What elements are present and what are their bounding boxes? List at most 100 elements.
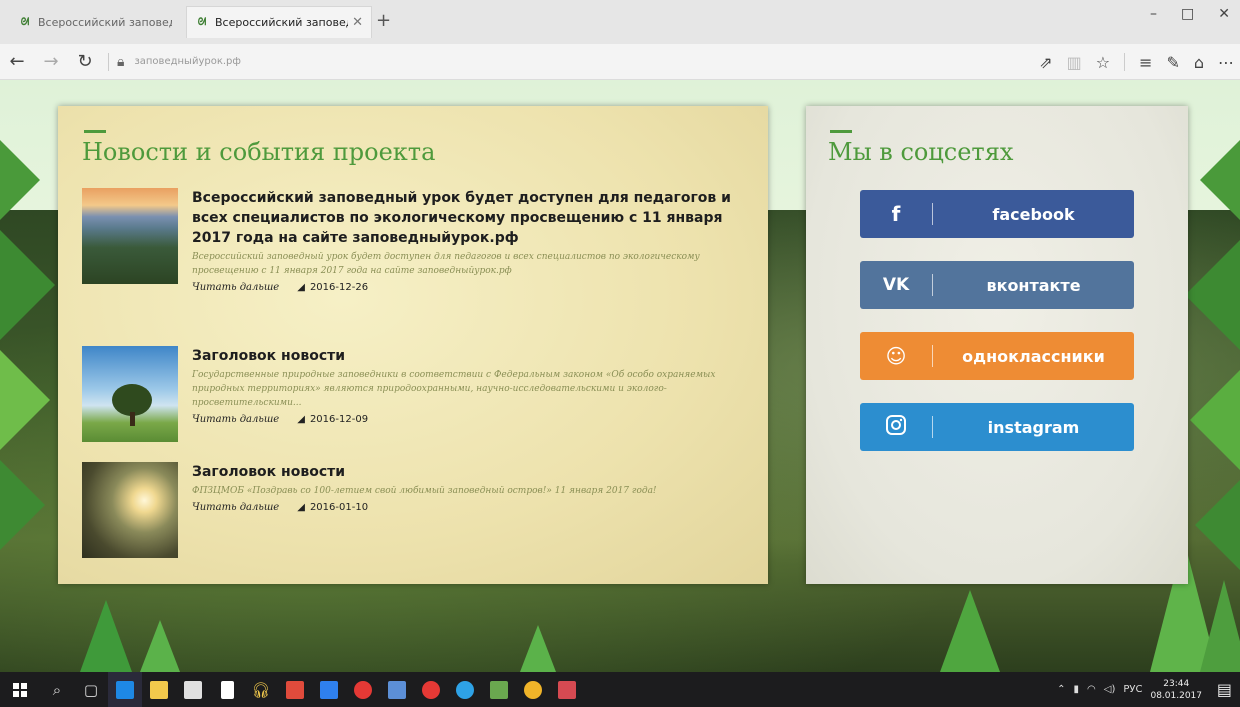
title-accent: [84, 130, 106, 133]
url-input[interactable]: заповедныйурок.рф: [134, 56, 241, 67]
calendar-icon: ◢: [297, 414, 305, 425]
news-title-link[interactable]: Заголовок новости: [192, 346, 742, 366]
odnoklassniki-button[interactable]: ☺ одноклассники: [860, 332, 1134, 380]
tab-label: Всероссийский заповедный урок: [215, 16, 348, 29]
back-button[interactable]: ←: [0, 51, 34, 72]
more-icon[interactable]: ⋯: [1218, 53, 1234, 72]
extension-icon[interactable]: ⇗: [1039, 53, 1052, 72]
browser-toolbar: ⇗ ▥ ☆ ≡ ✎ ⌂ ⋯: [1039, 44, 1234, 80]
news-meta: Читать дальше ◢ 2016-12-26: [192, 282, 742, 293]
decor-triangle: [0, 460, 45, 550]
address-separator: [108, 52, 109, 71]
news-title-link[interactable]: Всероссийский заповедный урок будет дост…: [192, 188, 742, 248]
close-window-button[interactable]: ✕: [1218, 6, 1230, 22]
news-body: Заголовок новости Государственные природ…: [192, 346, 742, 425]
notifications-icon[interactable]: ▤: [1217, 680, 1232, 699]
system-tray: ⌃ ▮ ◠ ◁) РУС 23:44 08.01.2017: [1057, 672, 1202, 707]
windows-taskbar: ⌕ ▢ 🎧︎ ⌃ ▮ ◠ ◁) РУС 23:44 08.01.2017 ▤: [0, 672, 1240, 707]
news-date: 2016-12-26: [309, 282, 369, 293]
decor-triangle: [0, 350, 50, 450]
address-bar: ← → ↻ 🔒︎ заповедныйурок.рф ⇗ ▥ ☆ ≡ ✎ ⌂ ⋯: [0, 44, 1240, 80]
decor-triangle: [0, 140, 40, 220]
tab-label: Всероссийский заповедны: [38, 15, 172, 29]
hub-icon[interactable]: ≡: [1139, 53, 1152, 72]
forward-button[interactable]: →: [34, 51, 68, 72]
facebook-icon: f: [891, 202, 901, 226]
pdf-app-icon[interactable]: [550, 672, 584, 707]
spruce-tree-decor: [940, 590, 1000, 672]
file-explorer-icon[interactable]: [142, 672, 176, 707]
news-excerpt: Всероссийский заповедный урок будет дост…: [192, 252, 700, 276]
refresh-icon[interactable]: ↻: [68, 51, 102, 72]
chrome-icon[interactable]: [516, 672, 550, 707]
photos-icon[interactable]: [380, 672, 414, 707]
read-more-link[interactable]: Читать дальше: [192, 414, 279, 425]
tray-chevron-icon[interactable]: ⌃: [1057, 684, 1065, 695]
news-excerpt: Государственные природные заповедники в …: [192, 370, 716, 408]
document-icon[interactable]: [210, 672, 244, 707]
news-meta: Читать дальше ◢ 2016-01-10: [192, 502, 742, 513]
excel-icon[interactable]: [482, 672, 516, 707]
news-date: 2016-01-10: [309, 502, 369, 513]
spruce-tree-decor: [80, 600, 132, 672]
monitor-app-icon[interactable]: [312, 672, 346, 707]
close-tab-icon[interactable]: ✕: [352, 15, 363, 30]
social-panel: Мы в соцсетях f facebook VK вконтакте ☺ …: [806, 106, 1188, 584]
calendar-icon: ◢: [297, 282, 305, 293]
spruce-tree-decor: [520, 625, 556, 672]
news-thumbnail[interactable]: [82, 346, 178, 442]
news-section-title: Новости и события проекта: [82, 138, 436, 166]
spruce-tree-decor: [1200, 580, 1240, 672]
share-icon[interactable]: ⌂: [1194, 53, 1204, 72]
store-icon[interactable]: [176, 672, 210, 707]
news-meta: Читать дальше ◢ 2016-12-09: [192, 414, 742, 425]
decor-triangle: [0, 230, 55, 340]
new-tab-button[interactable]: +: [376, 10, 391, 31]
clock-time: 23:44: [1163, 678, 1190, 689]
clock-date: 08.01.2017: [1150, 690, 1202, 701]
decor-triangle: [1185, 240, 1240, 350]
vkontakte-button[interactable]: VK вконтакте: [860, 261, 1134, 309]
news-date: 2016-12-09: [309, 414, 369, 425]
news-thumbnail[interactable]: [82, 462, 178, 558]
volume-icon[interactable]: ◁): [1104, 684, 1116, 695]
headphones-icon[interactable]: 🎧︎: [244, 672, 278, 707]
minimize-button[interactable]: –: [1150, 6, 1157, 22]
news-title-link[interactable]: Заголовок новости: [192, 462, 742, 482]
windows-start-icon[interactable]: [0, 672, 40, 707]
calendar-icon: ◢: [297, 502, 305, 513]
clock[interactable]: 23:44 08.01.2017: [1150, 678, 1202, 702]
edge-browser-icon[interactable]: [108, 672, 142, 707]
yandex-icon[interactable]: [346, 672, 380, 707]
news-thumbnail[interactable]: [82, 188, 178, 284]
site-favicon-icon: ᘛ: [197, 17, 207, 28]
yandex-browser-icon[interactable]: [414, 672, 448, 707]
reading-view-icon[interactable]: ▥: [1067, 53, 1082, 72]
task-view-icon[interactable]: ▢: [74, 672, 108, 707]
vk-icon: VK: [882, 275, 910, 295]
tab-bar: ᘛ Всероссийский заповедны ᘛ Всероссийски…: [0, 0, 1240, 44]
instagram-icon: [860, 414, 932, 441]
browser-tab-inactive[interactable]: ᘛ Всероссийский заповедны: [10, 6, 180, 38]
lock-icon: 🔒︎: [117, 53, 125, 70]
skype-icon[interactable]: [448, 672, 482, 707]
instagram-button[interactable]: instagram: [860, 403, 1134, 451]
title-accent: [830, 130, 852, 133]
browser-tab-active[interactable]: ᘛ Всероссийский заповедный урок ✕: [186, 6, 372, 38]
search-icon[interactable]: ⌕: [40, 672, 74, 707]
web-note-icon[interactable]: ✎: [1166, 53, 1179, 72]
maximize-button[interactable]: □: [1181, 6, 1194, 22]
facebook-label: facebook: [992, 204, 1075, 224]
wifi-icon[interactable]: ◠: [1087, 684, 1096, 695]
input-language[interactable]: РУС: [1123, 684, 1142, 695]
read-more-link[interactable]: Читать дальше: [192, 282, 279, 293]
adobe-icon[interactable]: [278, 672, 312, 707]
window-controls: – □ ✕: [1150, 6, 1230, 22]
site-favicon-icon: ᘛ: [20, 16, 30, 28]
favorite-star-icon[interactable]: ☆: [1096, 53, 1110, 72]
social-section-title: Мы в соцсетях: [828, 138, 1014, 166]
toolbar-separator: [1124, 53, 1126, 71]
read-more-link[interactable]: Читать дальше: [192, 502, 279, 513]
network-icon[interactable]: ▮: [1074, 684, 1080, 695]
facebook-button[interactable]: f facebook: [860, 190, 1134, 238]
